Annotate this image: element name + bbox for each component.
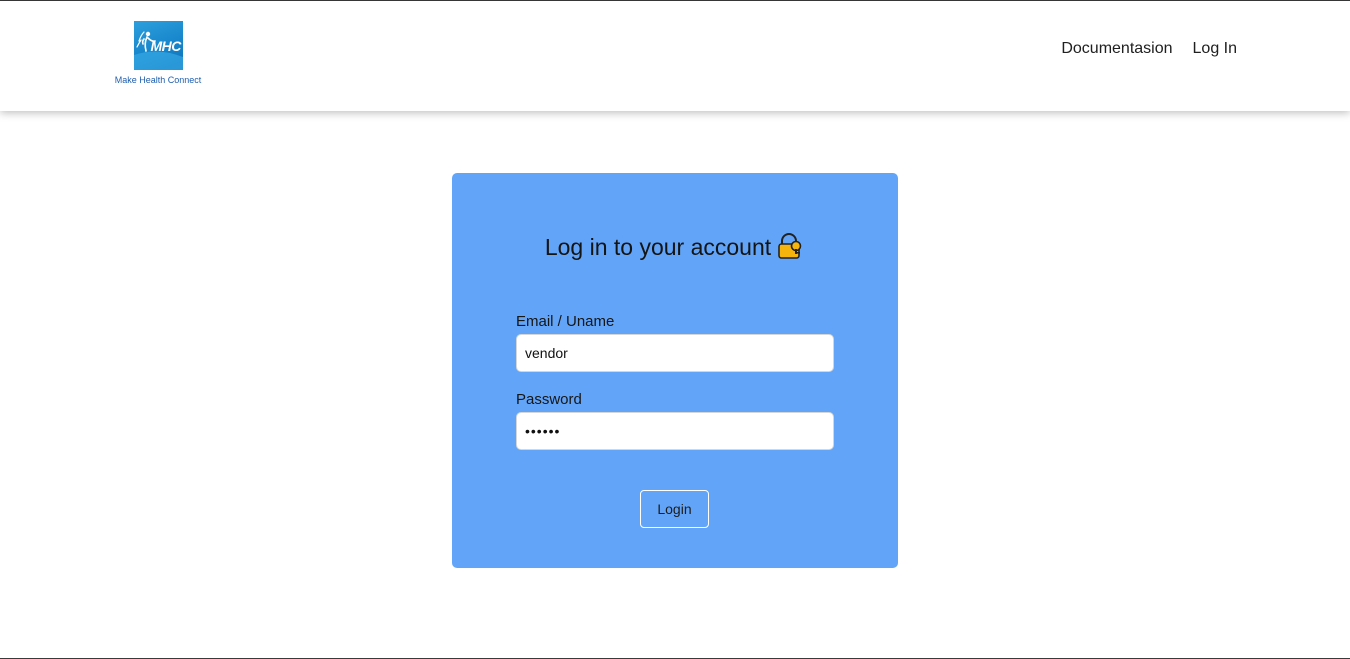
nav-link-documentation[interactable]: Documentasion	[1061, 40, 1172, 58]
email-label: Email / Uname	[516, 313, 615, 330]
logo-text: MHC	[150, 38, 182, 54]
login-title: Log in to your account	[452, 233, 898, 265]
login-title-text: Log in to your account	[544, 234, 772, 260]
login-card: Log in to your account Email / Uname Pas…	[452, 173, 898, 568]
nav-link-login[interactable]: Log In	[1193, 40, 1237, 58]
password-input[interactable]	[516, 412, 834, 450]
page: MHC Make Health Connect Documentasion Lo…	[0, 0, 1350, 659]
mhc-logo: MHC	[133, 21, 183, 70]
login-button[interactable]: Login	[640, 490, 709, 528]
nav-links: Documentasion Log In	[1061, 40, 1237, 58]
email-input[interactable]	[516, 334, 834, 372]
lock-icon	[777, 233, 805, 265]
brand-logo[interactable]: MHC Make Health Connect	[114, 21, 202, 89]
password-label: Password	[516, 391, 582, 408]
navbar: MHC Make Health Connect Documentasion Lo…	[0, 1, 1350, 111]
brand-caption: Make Health Connect	[114, 75, 202, 85]
